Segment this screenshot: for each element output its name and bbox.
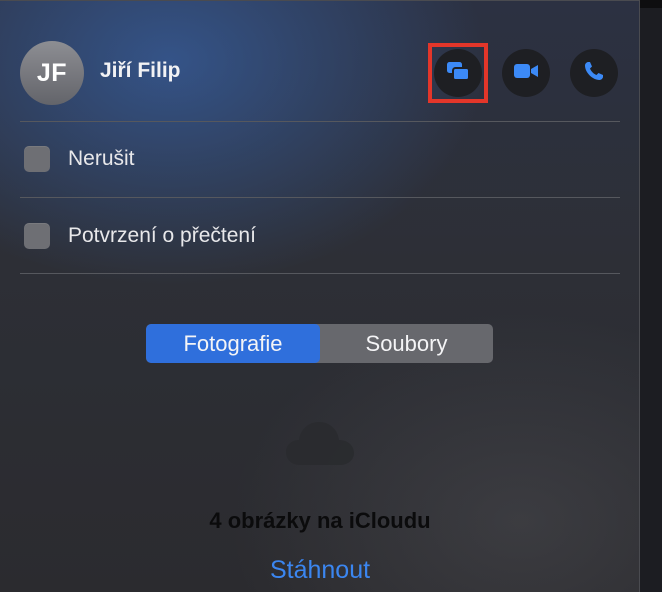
phone-icon	[583, 60, 605, 87]
read-receipts-checkbox[interactable]	[24, 223, 50, 249]
media-segmented-control: Fotografie Soubory	[146, 324, 493, 363]
divider	[20, 121, 620, 122]
video-camera-icon	[513, 62, 539, 85]
contact-details-popover: JF Jiří Filip Nerušit Potvrzení o přečte…	[0, 0, 640, 592]
do-not-disturb-label: Nerušit	[68, 147, 135, 170]
divider	[20, 273, 620, 274]
video-call-button[interactable]	[502, 49, 550, 97]
read-receipts-label: Potvrzení o přečtení	[68, 224, 256, 247]
contact-name: Jiří Filip	[100, 59, 181, 82]
icloud-images-count: 4 obrázky na iCloudu	[209, 508, 431, 533]
do-not-disturb-checkbox[interactable]	[24, 146, 50, 172]
avatar-initials: JF	[36, 58, 68, 87]
highlight-box	[428, 43, 488, 103]
do-not-disturb-option[interactable]: Nerušit	[24, 146, 135, 172]
divider	[20, 197, 620, 198]
tab-files[interactable]: Soubory	[320, 324, 493, 363]
phone-call-button[interactable]	[570, 49, 618, 97]
avatar[interactable]: JF	[20, 41, 84, 105]
tab-photos[interactable]: Fotografie	[146, 324, 320, 363]
download-link[interactable]: Stáhnout	[0, 556, 639, 585]
read-receipts-option[interactable]: Potvrzení o přečtení	[24, 223, 256, 249]
cloud-icon	[284, 419, 356, 472]
